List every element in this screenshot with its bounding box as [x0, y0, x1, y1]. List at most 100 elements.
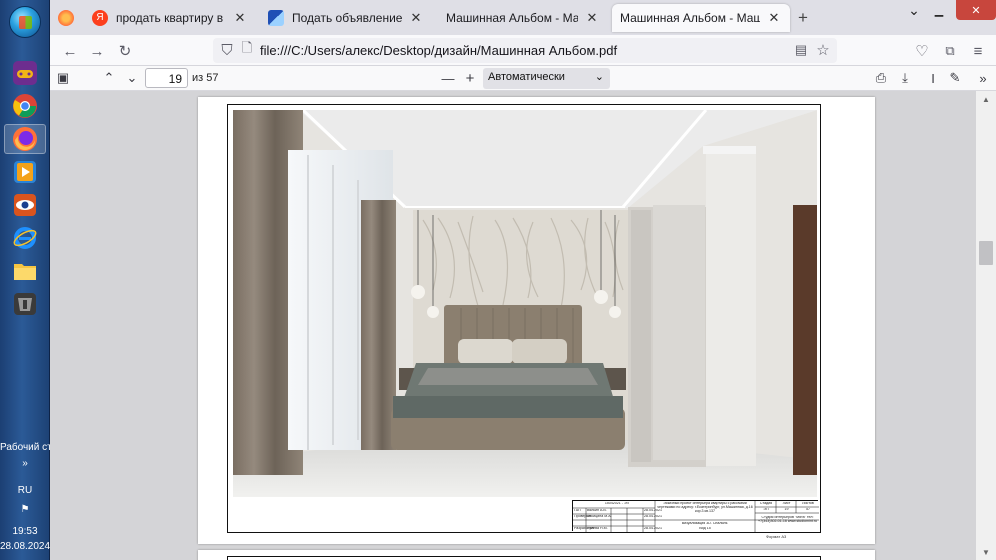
studio-info: Студия интерьеров "Мята" тел: +7(343)302…	[757, 516, 818, 523]
project-code: 15042021 - ЭП	[604, 502, 630, 505]
print-icon[interactable]: ⎙	[872, 69, 890, 87]
desktop-toolbar-label[interactable]: Рабочий сто	[0, 442, 50, 453]
menu-icon[interactable]: ≡	[968, 41, 988, 61]
pocket-icon[interactable]: ♡	[912, 41, 932, 61]
scroll-thumb[interactable]	[979, 241, 993, 265]
video-player-icon	[14, 161, 36, 183]
text-tool-icon[interactable]: I	[924, 69, 942, 87]
pdf-page: 15042021 - ЭП ГАП Вялкин А.В. 28.04.2021…	[198, 97, 875, 544]
tab-title: продать квартиру в екатеринб	[116, 11, 226, 25]
zoom-select[interactable]: Автоматически ⌄	[483, 68, 610, 89]
url-bar[interactable]: ⛉ 🗋 file:///C:/Users/алекс/Desktop/дизай…	[213, 38, 837, 63]
sheet-title: Визуализация 3D. Спальня.	[681, 522, 729, 525]
close-window-icon[interactable]: ✕	[956, 0, 996, 20]
yandex-icon: Я	[92, 10, 108, 26]
close-tab-icon[interactable]: ✕	[232, 10, 248, 26]
new-tab-button[interactable]: +	[792, 4, 814, 32]
sheets-value: 57	[806, 508, 810, 511]
flag-icon[interactable]: ⚑	[0, 504, 50, 515]
tab-title: Подать объявление о продаж	[292, 11, 402, 25]
taskbar-explorer[interactable]	[4, 256, 46, 286]
sheet-view: Вид 15	[699, 527, 711, 530]
next-page-icon[interactable]: ⌄	[123, 69, 141, 87]
page-number-input[interactable]: 19	[145, 68, 188, 88]
tab-avito[interactable]: Подать объявление о продаж ✕	[260, 4, 432, 32]
name-checked: Лисицина М.А.	[587, 515, 612, 518]
role-gap: ГАП	[574, 509, 581, 512]
toolbar-expand[interactable]: »	[0, 458, 50, 469]
language-indicator[interactable]: RU	[0, 485, 50, 496]
pinned-tab-firefox[interactable]	[54, 4, 78, 32]
chrome-icon	[13, 94, 37, 118]
pdf-next-page	[198, 550, 875, 560]
reload-icon[interactable]: ↻	[115, 41, 135, 61]
title-block: 15042021 - ЭП ГАП Вялкин А.В. 28.04.2021…	[572, 500, 819, 532]
taskbar-eye-app[interactable]	[4, 190, 46, 220]
drawing-frame	[227, 556, 821, 560]
sheet-header: Лист	[782, 502, 791, 505]
project-description: Эскизный проект интерьера квартиры с раб…	[657, 502, 753, 513]
clock-date[interactable]: 28.08.2024	[0, 541, 50, 552]
tank-game-icon	[14, 293, 36, 315]
taskbar-gamepad-app[interactable]	[4, 58, 46, 88]
extensions-icon[interactable]: ⧉	[940, 41, 960, 61]
tab-title: Машинная Альбом - Машинная А	[620, 11, 760, 25]
bedroom-render-image	[233, 110, 817, 497]
bookmark-star-icon[interactable]: ☆	[813, 40, 833, 60]
taskbar-tank-game[interactable]	[4, 289, 46, 319]
close-tab-icon[interactable]: ✕	[408, 10, 424, 26]
taskbar-chrome[interactable]	[4, 91, 46, 121]
sidebar-toggle-icon[interactable]: ▣	[54, 69, 72, 87]
tab-yandex[interactable]: Я продать квартиру в екатеринб ✕	[84, 4, 256, 32]
zoom-in-icon[interactable]: +	[461, 69, 479, 87]
paper-format: Формат А3	[766, 534, 787, 539]
minimize-icon[interactable]: ▁	[925, 0, 953, 20]
tab-list-icon[interactable]: ⌄	[900, 0, 928, 20]
taskbar: Рабочий сто » RU ⚑ 19:53 28.08.2024	[0, 0, 50, 560]
scroll-down-icon[interactable]: ▼	[976, 544, 996, 560]
vertical-scrollbar[interactable]: ▲ ▼	[976, 91, 996, 560]
tab-title: Машинная Альбом - Машинная А	[446, 11, 578, 25]
name-gap: Вялкин А.В.	[587, 509, 607, 512]
internet-explorer-icon	[13, 227, 37, 249]
previous-page-icon[interactable]: ⌃	[100, 69, 118, 87]
page-total: из 57	[192, 72, 219, 84]
tab-pdf-active[interactable]: Машинная Альбом - Машинная А ✕	[612, 4, 790, 32]
firefox-icon	[58, 10, 74, 26]
pdf-toolbar: ▣ ⌃ ⌄ 19 из 57 — + Автоматически ⌄ ⎙ ⤓ I…	[50, 66, 996, 91]
taskbar-firefox[interactable]	[4, 124, 46, 154]
tab-pdf-1[interactable]: Машинная Альбом - Машинная А ✕	[436, 4, 608, 32]
draw-tool-icon[interactable]: ✎	[946, 69, 964, 87]
taskbar-media-player[interactable]	[4, 157, 46, 187]
avito-icon	[268, 10, 284, 26]
date-checked: 28.04.2021	[644, 515, 662, 518]
scroll-up-icon[interactable]: ▲	[976, 91, 996, 107]
pdf-viewer[interactable]: 15042021 - ЭП ГАП Вялкин А.В. 28.04.2021…	[50, 91, 976, 560]
chevron-down-icon: ⌄	[594, 71, 604, 83]
screen: Рабочий сто » RU ⚑ 19:53 28.08.2024 Я пр…	[0, 0, 996, 560]
back-icon[interactable]: ←	[60, 41, 80, 61]
close-tab-icon[interactable]: ✕	[584, 10, 600, 26]
start-button[interactable]	[9, 6, 41, 38]
clock-time[interactable]: 19:53	[0, 526, 50, 537]
sheet-value: 19	[784, 508, 789, 511]
stage-header: Стадия	[759, 502, 773, 505]
gamepad-icon	[13, 61, 37, 85]
stage-value: ЭП	[763, 508, 769, 511]
file-icon[interactable]: 🗋	[237, 40, 257, 60]
navigation-bar: ← → ↻ ⛉ 🗋 file:///C:/Users/алекс/Desktop…	[50, 35, 996, 66]
name-developer: Лунева Н.М.	[587, 527, 608, 530]
firefox-icon	[13, 127, 37, 151]
zoom-out-icon[interactable]: —	[439, 69, 457, 87]
save-icon[interactable]: ⤓	[896, 69, 914, 87]
reader-view-icon[interactable]: ▤	[791, 40, 811, 60]
zoom-value: Автоматически	[488, 71, 565, 83]
sheets-header: Листов	[802, 502, 814, 505]
url-text: file:///C:/Users/алекс/Desktop/дизайн/Ма…	[260, 43, 618, 58]
taskbar-internet-explorer[interactable]	[4, 223, 46, 253]
tab-strip: Я продать квартиру в екатеринб ✕ Подать …	[50, 0, 996, 35]
more-tools-icon[interactable]: »	[974, 69, 992, 87]
shield-icon[interactable]: ⛉	[217, 40, 237, 60]
forward-icon[interactable]: →	[87, 41, 107, 61]
close-tab-icon[interactable]: ✕	[766, 10, 782, 26]
